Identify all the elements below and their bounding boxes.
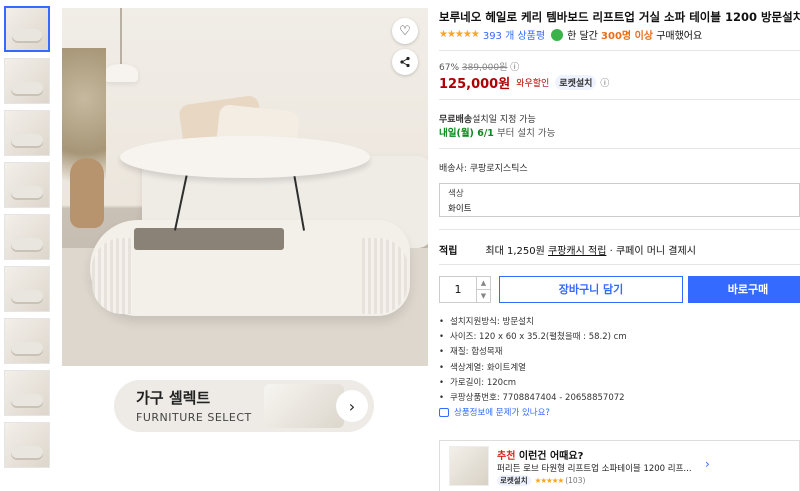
color-option-select[interactable]: 색상 화이트 <box>439 183 800 217</box>
product-title: 보루네오 헤일로 케리 템바보드 리프트업 거실 소파 테이블 1200 방문설… <box>439 10 800 24</box>
delivery-date: 내일(월) 6/1 <box>439 128 494 139</box>
divider <box>439 50 800 51</box>
thumbnail-7[interactable] <box>4 318 50 364</box>
image-table-storage <box>134 228 284 250</box>
detail-item: 설치지원방식: 방문설치 <box>439 315 627 327</box>
thumbnail-9[interactable] <box>4 422 50 468</box>
thumbnail-2[interactable] <box>4 58 50 104</box>
heart-icon[interactable]: ♡ <box>392 18 418 44</box>
image-table-top <box>120 136 370 178</box>
sale-price: 125,000원 <box>439 77 511 92</box>
option-label: 색상 <box>448 189 464 199</box>
recommendation-rocket-badge: 로켓설치 <box>497 475 531 486</box>
quantity-up-button[interactable]: ▲ <box>477 277 490 289</box>
thumbnail-list <box>4 6 52 474</box>
thumbnail-1[interactable] <box>4 6 50 52</box>
divider <box>439 99 800 100</box>
free-shipping-label: 무료배송 <box>439 115 473 125</box>
share-icon[interactable] <box>392 49 418 75</box>
quantity-input[interactable]: 1 <box>440 277 476 302</box>
points-row: 적립 최대 1,250원 쿠팡캐시 적립 · 쿠페이 머니 결제시 <box>439 242 696 257</box>
quantity-stepper: 1 ▲ ▼ <box>439 276 491 303</box>
add-to-cart-button[interactable]: 장바구니 담기 <box>499 276 683 303</box>
banner-image <box>264 384 344 428</box>
image-lamp <box>104 64 138 82</box>
report-issue-link[interactable]: 상품정보에 문제가 있나요? <box>439 406 550 418</box>
recommendation-image <box>449 446 489 486</box>
main-product-image[interactable] <box>62 8 428 366</box>
thumbnail-6[interactable] <box>4 266 50 312</box>
banner-subtitle: FURNITURE SELECT <box>136 411 252 424</box>
monthly-count: 300명 이상 <box>601 31 654 42</box>
recommendation-heading: 추천 이런건 어때요? <box>497 447 583 462</box>
points-max: 최대 1,250원 <box>485 246 545 257</box>
points-label: 적립 <box>439 246 458 257</box>
price-row: 125,000원 와우할인 로켓설치 ⓘ <box>439 73 609 92</box>
recommendation-prompt: 이런건 어때요? <box>518 451 584 462</box>
free-shipping-text: 설치일 지정 가능 <box>472 115 536 125</box>
delivery-suffix: 부터 설치 가능 <box>496 128 556 139</box>
option-value: 화이트 <box>448 204 472 214</box>
detail-item: 색상계열: 화이트계열 <box>439 361 627 373</box>
image-table-ribs-left <box>92 238 132 314</box>
info-icon[interactable]: ⓘ <box>510 63 519 73</box>
coupang-cash-link[interactable]: 쿠팡캐시 적립 <box>548 246 606 257</box>
report-issue-text: 상품정보에 문제가 있나요? <box>454 408 550 418</box>
image-lamp-cord <box>120 8 122 68</box>
monthly-prefix: 한 달간 <box>567 31 598 42</box>
divider <box>439 229 800 230</box>
detail-item: 가로길이: 120cm <box>439 376 627 388</box>
info-icon-2[interactable]: ⓘ <box>600 76 609 89</box>
banner-title: 가구 셀렉트 <box>136 389 211 407</box>
image-table-ribs-right <box>362 238 408 314</box>
thumbnail-8[interactable] <box>4 370 50 416</box>
buy-now-button[interactable]: 바로구매 <box>688 276 800 303</box>
purchase-badge-icon <box>551 28 564 41</box>
divider <box>439 148 800 149</box>
product-details-list: 설치지원방식: 방문설치 사이즈: 120 x 60 x 35.2(펼쳤을때 :… <box>439 315 627 406</box>
recommendation-meta: 로켓설치 ★★★★★ (103) <box>497 475 585 486</box>
delivery-row: 내일(월) 6/1 부터 설치 가능 <box>439 125 555 139</box>
recommendation-review-count: (103) <box>565 476 586 485</box>
free-shipping-row: 무료배송설치일 지정 가능 <box>439 112 536 125</box>
detail-item: 사이즈: 120 x 60 x 35.2(펼쳤을때 : 58.2) cm <box>439 330 627 342</box>
chevron-right-icon[interactable]: › <box>705 457 710 471</box>
points-extra: · 쿠페이 머니 결제시 <box>609 246 696 257</box>
chat-icon <box>439 407 449 417</box>
original-price: 389,000원 <box>461 63 508 73</box>
rating-row: ★★★★★ 393 개 상품평 한 달간 300명 이상 구매했어요 <box>439 27 702 42</box>
recommendation-name[interactable]: 퍼리든 로브 타원형 리프트업 소파테이블 1200 리프... <box>497 462 692 474</box>
quantity-down-button[interactable]: ▼ <box>477 289 490 302</box>
recommendation-label: 추천 <box>497 451 516 462</box>
discount-row: 67% 389,000원 ⓘ <box>439 60 519 73</box>
monthly-suffix: 구매했어요 <box>656 31 703 42</box>
recommendation-stars: ★★★★★ <box>534 476 565 485</box>
divider <box>439 264 800 265</box>
recommendation-card[interactable]: 추천 이런건 어때요? 퍼리든 로브 타원형 리프트업 소파테이블 1200 리… <box>439 440 800 491</box>
rating-stars: ★★★★★ <box>439 29 480 40</box>
image-vase <box>70 158 104 228</box>
chevron-right-icon[interactable]: › <box>336 390 368 422</box>
review-count-link[interactable]: 393 개 상품평 <box>483 27 545 42</box>
thumbnail-4[interactable] <box>4 162 50 208</box>
discount-rate: 67% <box>439 63 460 73</box>
furniture-select-banner[interactable]: 가구 셀렉트 FURNITURE SELECT › <box>114 380 374 432</box>
thumbnail-5[interactable] <box>4 214 50 260</box>
detail-item: 쿠팡상품번호: 7708847404 - 20658857072 <box>439 391 627 403</box>
detail-item: 재질: 합성목재 <box>439 345 627 357</box>
rocket-install-badge: 로켓설치 <box>555 75 597 90</box>
thumbnail-3[interactable] <box>4 110 50 156</box>
seller-info: 배송사: 쿠팡로지스틱스 <box>439 164 528 174</box>
wow-discount-label: 와우할인 <box>516 79 550 89</box>
